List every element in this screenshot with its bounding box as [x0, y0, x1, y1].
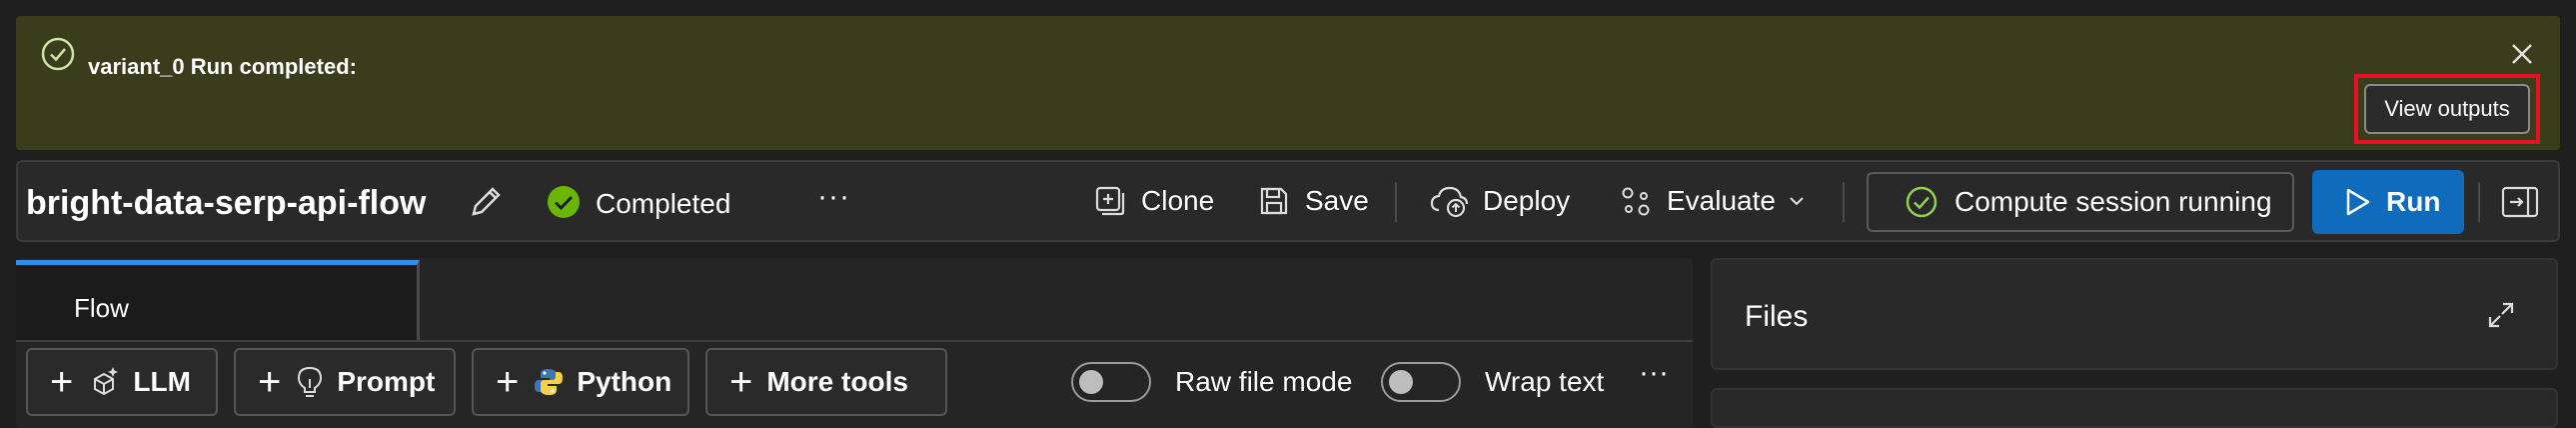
compute-session-button[interactable]: Compute session running	[1867, 172, 2294, 232]
plus-icon: +	[50, 360, 74, 404]
more-options-icon[interactable]: ···	[817, 180, 850, 214]
tab-flow[interactable]: Flow	[16, 260, 420, 340]
status-label: Completed	[596, 188, 731, 219]
clone-button[interactable]: Clone	[1093, 178, 1214, 224]
toggle-knob	[1389, 370, 1413, 394]
completed-check-icon	[546, 184, 582, 220]
save-button[interactable]: Save	[1257, 178, 1369, 224]
compute-check-icon	[1906, 186, 1937, 218]
view-outputs-button[interactable]: View outputs	[2364, 84, 2530, 134]
evaluate-label: Evaluate	[1667, 185, 1776, 216]
evaluate-icon	[1622, 187, 1650, 216]
add-llm-button[interactable]: + LLM	[26, 348, 218, 416]
tab-flow-label: Flow	[74, 293, 129, 323]
chevron-down-icon	[1790, 197, 1804, 206]
toolbar-divider	[2478, 182, 2480, 222]
cloud-deploy-icon	[1430, 186, 1469, 218]
notification-banner: variant_0 Run completed:	[16, 16, 2560, 150]
python-icon	[535, 369, 564, 395]
deploy-label: Deploy	[1483, 185, 1571, 216]
add-llm-label: LLM	[133, 366, 191, 397]
raw-file-mode-label: Raw file mode	[1175, 366, 1353, 397]
add-python-button[interactable]: + Python	[472, 348, 689, 416]
save-icon	[1260, 187, 1288, 215]
add-python-label: Python	[577, 366, 672, 397]
llm-icon	[94, 367, 119, 396]
flow-toolbar: bright-data-serp-api-flow Completed ··· …	[16, 160, 2560, 242]
files-title: Files	[1745, 300, 1809, 333]
plus-icon: +	[729, 360, 753, 404]
files-panel: Files	[1711, 258, 2558, 370]
toggle-knob	[1079, 370, 1103, 394]
toolbar-divider	[1843, 182, 1845, 222]
flow-title: bright-data-serp-api-flow	[26, 184, 427, 222]
compute-session-label: Compute session running	[1954, 186, 2272, 217]
success-check-icon	[40, 36, 76, 72]
deploy-button[interactable]: Deploy	[1429, 178, 1570, 224]
play-icon	[2346, 188, 2370, 216]
more-tools-label: More tools	[766, 366, 908, 397]
plus-icon: +	[496, 360, 520, 404]
run-label: Run	[2386, 186, 2441, 217]
edit-pencil-icon[interactable]	[466, 182, 506, 222]
raw-file-mode-toggle[interactable]	[1071, 362, 1151, 402]
evaluate-button[interactable]: Evaluate	[1619, 178, 1806, 224]
wrap-text-toggle[interactable]	[1381, 362, 1461, 402]
close-icon[interactable]	[2508, 40, 2536, 68]
lightbulb-icon	[298, 366, 323, 397]
run-button[interactable]: Run	[2312, 170, 2464, 234]
add-prompt-label: Prompt	[337, 366, 436, 397]
panel-toggle-icon[interactable]	[2500, 184, 2540, 220]
banner-message: variant_0 Run completed:	[88, 54, 357, 79]
clone-icon	[1095, 186, 1125, 216]
plus-icon: +	[258, 360, 282, 404]
expand-icon[interactable]	[2486, 300, 2516, 330]
add-prompt-button[interactable]: + Prompt	[234, 348, 456, 416]
save-label: Save	[1305, 185, 1369, 216]
wrap-text-label: Wrap text	[1485, 366, 1605, 397]
tab-divider	[16, 340, 1693, 342]
clone-label: Clone	[1141, 185, 1215, 216]
files-list-panel	[1711, 388, 2558, 428]
toolbar-divider	[1395, 182, 1397, 222]
editor-more-options-icon[interactable]: ···	[1639, 356, 1669, 390]
more-tools-button[interactable]: + More tools	[705, 348, 947, 416]
